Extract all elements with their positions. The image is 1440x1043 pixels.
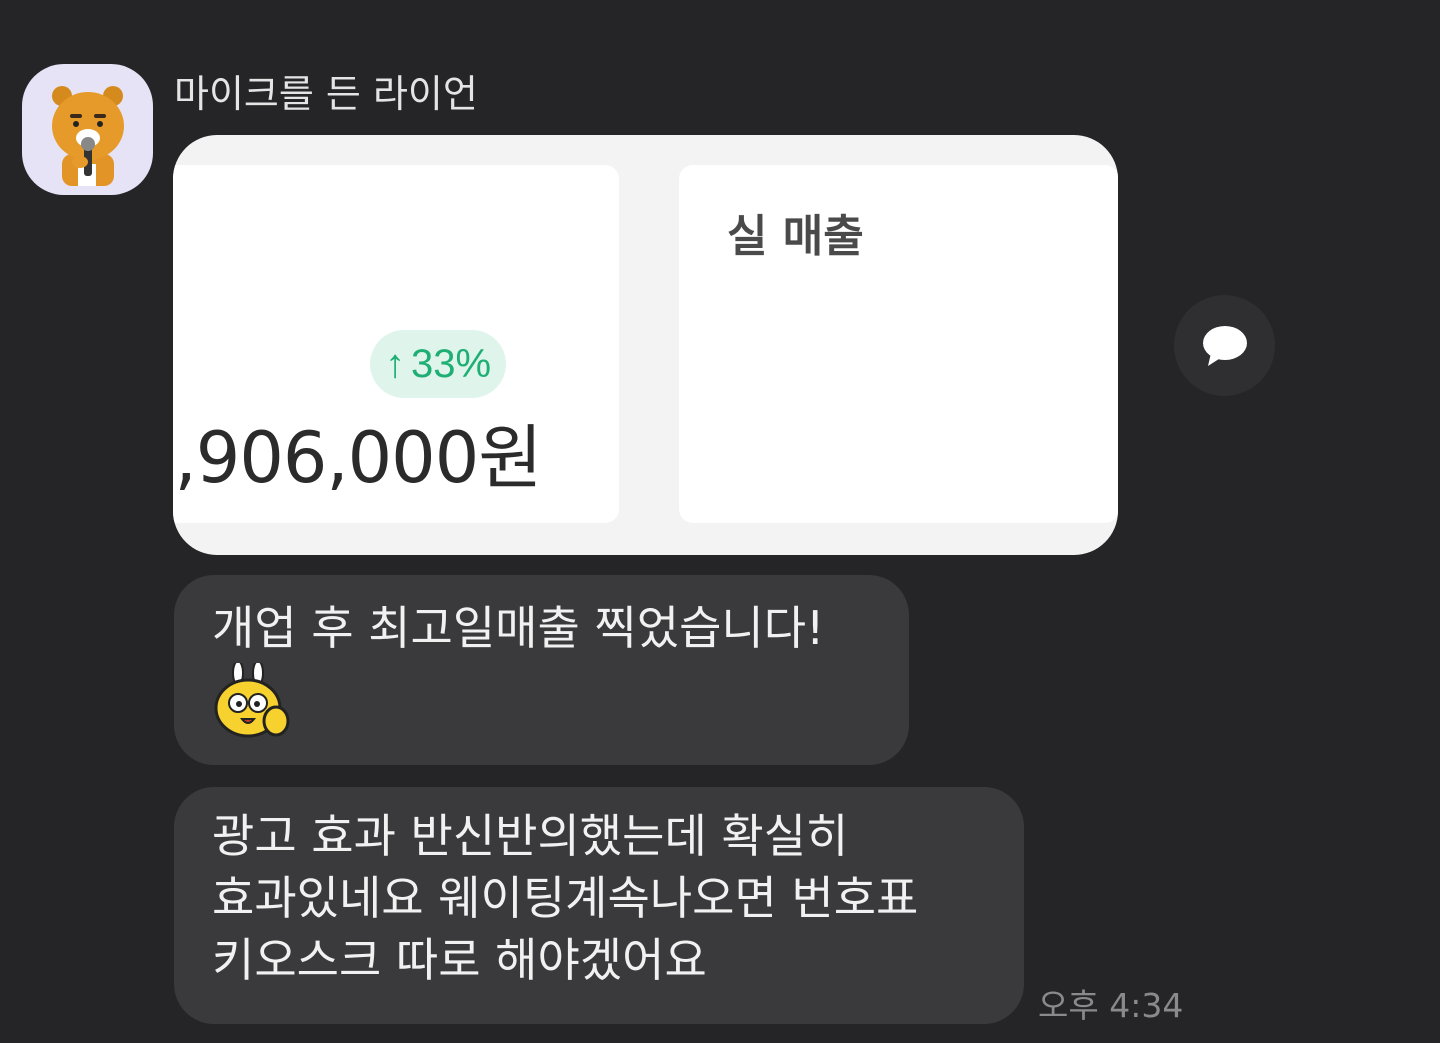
lion-with-microphone-icon: [52, 86, 124, 186]
sender-avatar[interactable]: [22, 64, 153, 195]
sales-amount: 2,906,000원: [173, 417, 543, 499]
share-button[interactable]: [1174, 295, 1275, 396]
change-badge: ↑ 33%: [370, 330, 506, 398]
image-message[interactable]: ↑33% 2,906,000원 실 매출: [173, 135, 1118, 555]
sales-card: ↑33% 2,906,000원: [173, 165, 619, 523]
message-text-line: 키오스크 따로 해야겠어요: [212, 933, 707, 987]
message-bubble[interactable]: 개업 후 최고일매출 찍었습니다!: [174, 575, 909, 765]
sender-name: 마이크를 든 라이언: [174, 72, 478, 116]
net-sales-card: 실 매출: [679, 165, 1118, 523]
message-timestamp: 오후 4:34: [1038, 986, 1184, 1025]
thumbs-up-sticker-icon: [214, 663, 290, 738]
net-sales-title: 실 매출: [727, 211, 864, 262]
change-value: 33%: [410, 342, 492, 386]
message-text-line: 개업 후 최고일매출 찍었습니다!: [212, 601, 825, 655]
arrow-up-icon: ↑: [384, 342, 405, 386]
message-text-line: 광고 효과 반신반의했는데 확실히: [212, 809, 849, 863]
speech-bubble-icon: [1202, 325, 1247, 366]
message-text-line: 효과있네요 웨이팅계속나오면 번호표: [212, 871, 919, 925]
message-bubble[interactable]: 광고 효과 반신반의했는데 확실히 효과있네요 웨이팅계속나오면 번호표 키오스…: [174, 787, 1024, 1024]
